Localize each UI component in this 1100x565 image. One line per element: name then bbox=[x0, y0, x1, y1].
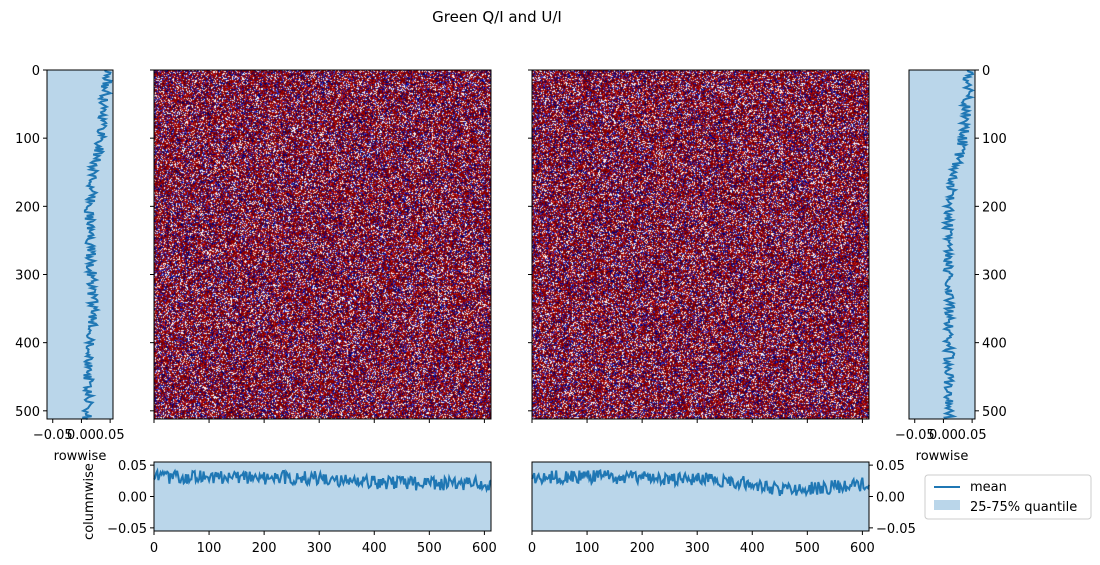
columnwise_Q-xtick-label-500: 500 bbox=[417, 541, 442, 556]
rowwise_U-ytick-label-400: 400 bbox=[982, 337, 1007, 352]
columnwise_Q-xtick-label-400: 400 bbox=[362, 541, 387, 556]
columnwise_U-xtick-label-0: 0 bbox=[528, 541, 536, 556]
columnwise_Q-ylabel: columnwise bbox=[82, 463, 97, 540]
map_Q-heatmap-image bbox=[154, 70, 491, 419]
columnwise_Q-ytick-label-0.00: 0.00 bbox=[118, 491, 147, 506]
columnwise_U-xtick-label-500: 500 bbox=[795, 541, 820, 556]
rowwise_U-ytick-label-0: 0 bbox=[982, 64, 990, 79]
columnwise_U-quantile-band bbox=[532, 462, 869, 531]
columnwise_Q-xtick-label-100: 100 bbox=[197, 541, 222, 556]
rowwise_Q-ytick-label-200: 200 bbox=[15, 200, 40, 215]
rowwise_Q-ytick-label-500: 500 bbox=[15, 405, 40, 420]
columnwise_U-ytick-label-0.05: 0.05 bbox=[876, 459, 905, 474]
rowwise_Q-ytick-label-300: 300 bbox=[15, 268, 40, 283]
columnwise_U-xtick-label-300: 300 bbox=[685, 541, 710, 556]
rowwise_U-xtick-label-0.00: 0.00 bbox=[929, 428, 958, 443]
rowwise_Q-xtick-label-0.00: 0.00 bbox=[67, 428, 96, 443]
figure-title: Green Q/I and U/I bbox=[432, 8, 562, 26]
columnwise_U-ytick-label-0.00: 0.00 bbox=[876, 491, 905, 506]
columnwise_Q-xtick-label-200: 200 bbox=[252, 541, 277, 556]
columnwise_Q-xtick-label-600: 600 bbox=[472, 541, 497, 556]
rowwise_U-ytick-label-300: 300 bbox=[982, 268, 1007, 283]
axes-layer: 0100200300400500−0.050.00 0.05rowwise0100… bbox=[15, 64, 1007, 556]
columnwise_Q-ytick-label-0.05: 0.05 bbox=[118, 459, 147, 474]
legend-quantile-label: 25-75% quantile bbox=[970, 500, 1077, 515]
rowwise_Q-ytick-label-0: 0 bbox=[32, 64, 40, 79]
rowwise_Q-xlabel: rowwise bbox=[54, 449, 107, 464]
map_U-heatmap-image bbox=[532, 70, 869, 419]
columnwise_U-ytick-label-−0.05: −0.05 bbox=[876, 522, 916, 537]
rowwise_Q-ytick-label-100: 100 bbox=[15, 132, 40, 147]
columnwise_U-xtick-label-200: 200 bbox=[630, 541, 655, 556]
rowwise_Q-xtick-label-0.05: 0.05 bbox=[96, 428, 125, 443]
columnwise_Q-xtick-label-300: 300 bbox=[307, 541, 332, 556]
columnwise_Q-ytick-label-−0.05: −0.05 bbox=[107, 522, 147, 537]
rowwise_Q-ytick-label-400: 400 bbox=[15, 337, 40, 352]
rowwise_U-ytick-label-200: 200 bbox=[982, 200, 1007, 215]
rowwise_Q-quantile-band bbox=[47, 70, 113, 419]
legend: mean 25-75% quantile bbox=[924, 474, 1092, 520]
rowwise_U-xlabel: rowwise bbox=[916, 449, 969, 464]
rowwise_U-ytick-label-500: 500 bbox=[982, 405, 1007, 420]
rowwise_U-ytick-label-100: 100 bbox=[982, 132, 1007, 147]
columnwise_U-xtick-label-100: 100 bbox=[575, 541, 600, 556]
figure: Green Q/I and U/I 0100200300400500−0.050… bbox=[15, 8, 1092, 556]
columnwise_U-xtick-label-400: 400 bbox=[740, 541, 765, 556]
columnwise_Q-xtick-label-0: 0 bbox=[150, 541, 158, 556]
legend-quantile-swatch bbox=[934, 500, 960, 510]
legend-mean-label: mean bbox=[970, 480, 1007, 495]
rowwise_U-xtick-label-0.05: 0.05 bbox=[958, 428, 987, 443]
columnwise_U-xtick-label-600: 600 bbox=[850, 541, 875, 556]
